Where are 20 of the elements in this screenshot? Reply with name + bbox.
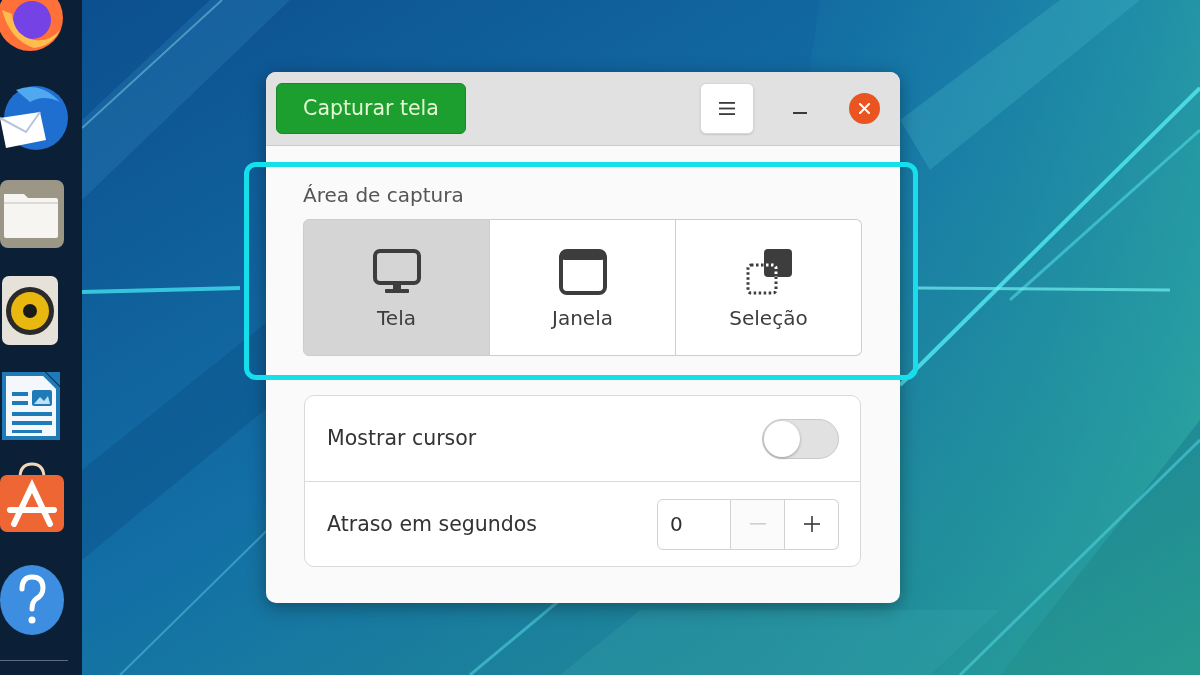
increase-button[interactable] [785, 498, 839, 550]
capture-mode-option[interactable]: Janela [490, 219, 676, 356]
folder-icon[interactable] [0, 180, 64, 248]
help-icon[interactable] [0, 565, 64, 635]
setting-label: Mostrar cursor [327, 425, 477, 453]
speaker-icon[interactable] [2, 276, 60, 345]
window-icon [557, 248, 608, 296]
capture-mode-option[interactable]: Seleção [676, 219, 862, 356]
menu-button[interactable] [700, 83, 754, 134]
close-button[interactable] [849, 93, 880, 124]
close-icon [859, 103, 870, 114]
menu-icon [719, 102, 735, 115]
number-field[interactable]: 0 [657, 498, 731, 550]
shopping-bag-icon[interactable] [0, 462, 64, 532]
toggle-switch[interactable] [762, 418, 839, 459]
globe-icon[interactable] [0, 0, 64, 52]
document-icon[interactable] [2, 372, 60, 440]
minimize-icon [793, 111, 807, 114]
section-label: Área de captura [303, 183, 465, 208]
setting-label: Atraso em segundos [327, 510, 538, 538]
